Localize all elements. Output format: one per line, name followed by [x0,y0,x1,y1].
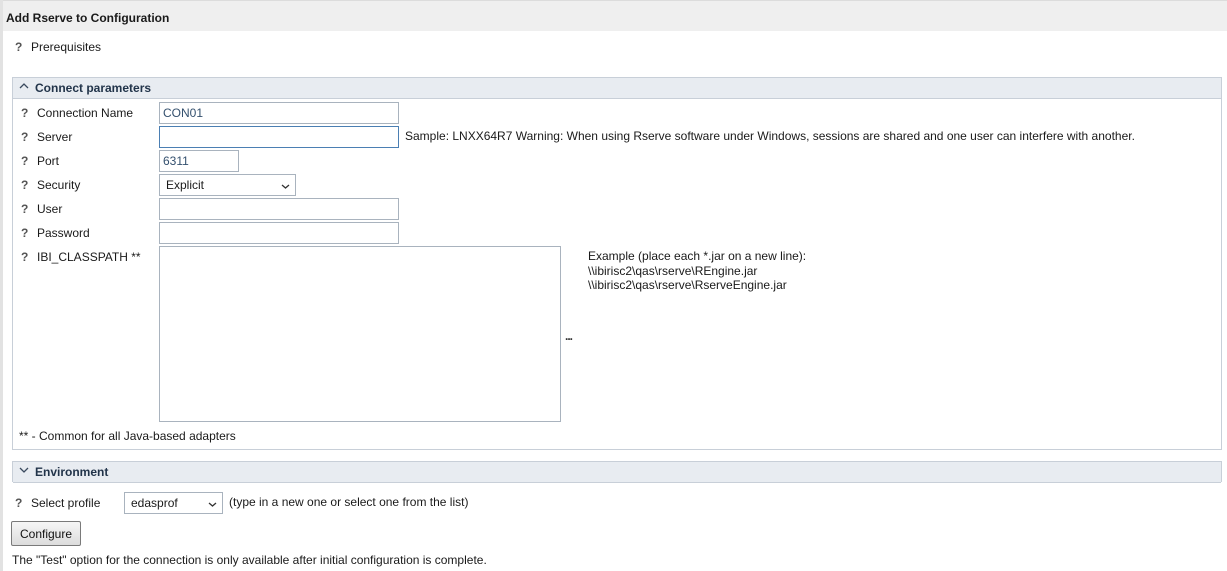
connection-name-input[interactable] [159,102,399,124]
select-profile-label: Select profile [31,496,101,510]
classpath-example-line: \\ibirisc2\qas\rserve\RserveEngine.jar [588,278,787,292]
classpath-textarea[interactable] [159,246,561,422]
security-label: Security [37,178,81,192]
connection-name-label: Connection Name [37,106,134,120]
profile-selected-value: edasprof [131,496,178,510]
environment-section: Environment [12,461,1222,483]
help-icon[interactable]: ? [21,202,28,216]
connect-parameters-header[interactable]: Connect parameters [13,78,1221,99]
security-selected-value: Explicit [166,178,205,192]
left-border [0,0,3,571]
password-input[interactable] [159,222,399,244]
password-label: Password [37,226,90,240]
classpath-label: IBI_CLASSPATH ** [37,250,141,264]
user-input[interactable] [159,198,399,220]
help-icon[interactable]: ? [21,226,28,240]
port-input[interactable] [159,150,239,172]
server-label: Server [37,130,73,144]
page-title: Add Rserve to Configuration [6,11,170,25]
server-input[interactable] [159,126,399,148]
prerequisites-link[interactable]: Prerequisites [31,40,101,54]
help-icon[interactable]: ? [15,496,22,510]
section-title: Environment [35,465,109,479]
title-bar: Add Rserve to Configuration [3,0,1227,31]
chevron-down-icon [208,498,217,509]
help-icon[interactable]: ? [15,40,22,54]
classpath-example-line: \\ibirisc2\qas\rserve\REngine.jar [588,264,758,278]
security-select[interactable]: Explicit [159,174,296,196]
footnote: ** - Common for all Java-based adapters [19,429,236,443]
chevron-down-icon [281,180,290,191]
collapse-chevron-icon[interactable] [19,81,29,94]
section-title: Connect parameters [35,81,152,95]
expand-chevron-icon[interactable] [19,465,29,478]
environment-header[interactable]: Environment [13,462,1221,483]
help-icon[interactable]: ? [21,106,28,120]
help-icon[interactable]: ? [21,130,28,144]
help-icon[interactable]: ? [21,250,28,264]
test-option-note: The "Test" option for the connection is … [12,553,487,567]
browse-classpath-button[interactable]: ... [565,329,573,343]
profile-select[interactable]: edasprof [124,492,223,514]
port-label: Port [37,154,60,168]
server-hint: Sample: LNXX64R7 Warning: When using Rse… [405,129,1135,143]
classpath-example-line: Example (place each *.jar on a new line)… [588,249,807,263]
help-icon[interactable]: ? [21,178,28,192]
user-label: User [37,202,63,216]
profile-hint: (type in a new one or select one from th… [229,495,469,509]
help-icon[interactable]: ? [21,154,28,168]
configure-button[interactable]: Configure [11,521,81,546]
